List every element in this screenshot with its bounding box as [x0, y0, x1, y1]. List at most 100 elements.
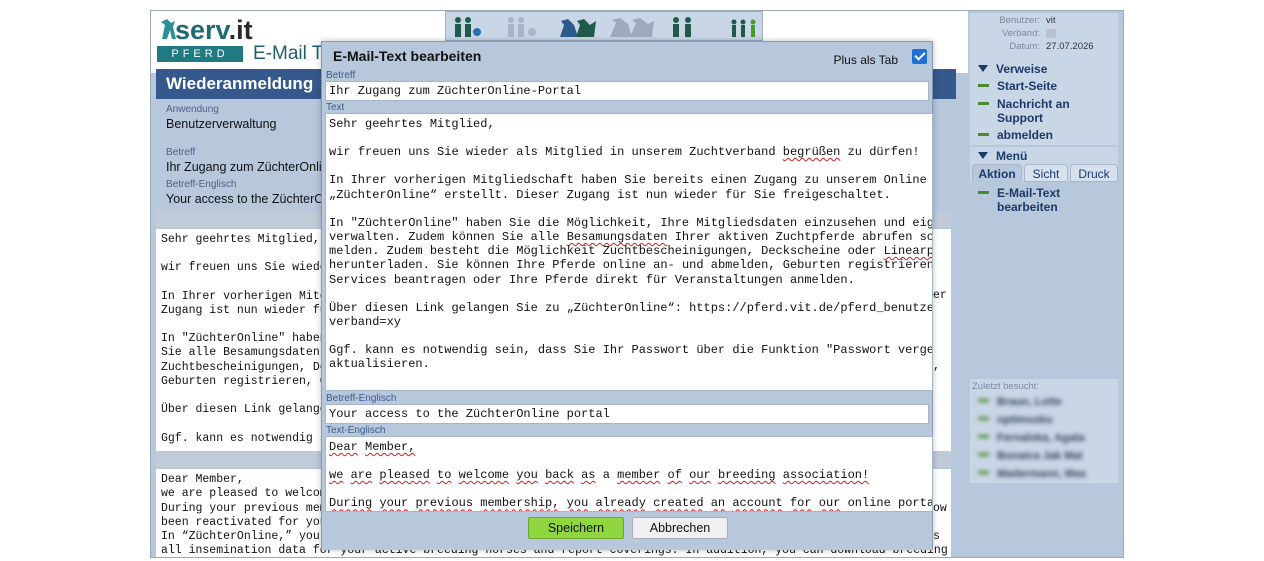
text-line: [329, 329, 929, 343]
bullet-icon: [978, 133, 989, 136]
menu-item-label: E-Mail-Text bearbeiten: [997, 186, 1061, 214]
bullet-icon: [978, 417, 989, 420]
link-label: abmelden: [997, 128, 1054, 142]
members-icon[interactable]: [728, 15, 760, 39]
menu-section: Menü Aktion Sicht Druck E-Mail-Text bear…: [970, 147, 1118, 377]
text-line: [329, 482, 929, 496]
recent-item-label: Bonaica Jak Mal: [997, 450, 1083, 462]
field-label-application: Anwendung: [166, 104, 219, 115]
link-start-page[interactable]: Start-Seite: [978, 79, 1057, 93]
menu-panel: E-Mail-Text bearbeiten: [970, 182, 1118, 377]
app-window: serv.it PFERD E-Mail Te Wiederanmeldung …: [150, 10, 1124, 558]
text-line: [329, 159, 929, 173]
recent-item-label: Madermann, Max: [997, 468, 1087, 480]
triangle-down-icon: [978, 152, 988, 159]
text-line: aktualisieren.: [329, 357, 430, 372]
field-label-subject-en: Betreff-Englisch: [166, 179, 237, 190]
recent-item[interactable]: optimusku: [978, 414, 1053, 426]
bullet-icon: [978, 102, 989, 105]
text-fragment: s: [933, 530, 940, 543]
links-title[interactable]: Verweise: [978, 62, 1047, 76]
text-fragment: er: [933, 289, 947, 302]
text-line: [329, 454, 929, 468]
recent-item[interactable]: Bonaica Jak Mal: [978, 450, 1083, 462]
people-globe-icon[interactable]: [506, 15, 538, 39]
text-fragment: ,: [933, 360, 940, 373]
bullet-icon: [978, 453, 989, 456]
tab-action[interactable]: Aktion: [972, 164, 1022, 182]
text-line: Über diesen Link gelangen Sie zu „Züchte…: [329, 300, 932, 315]
recent-item-label: optimusku: [997, 414, 1053, 426]
text-en-label: Text-Englisch: [326, 425, 386, 436]
text-line: Dear Member,: [329, 440, 416, 454]
recent-title: Zuletzt besucht:: [972, 381, 1040, 392]
dialog-button-bar: Speichern Abbrechen: [322, 512, 932, 550]
bullet-icon: [978, 399, 989, 402]
recent-section: Zuletzt besucht: Braun, Lotte optimusku …: [970, 379, 1118, 483]
menu-item-edit-email-text[interactable]: E-Mail-Text bearbeiten: [978, 186, 1098, 214]
subject-label: Betreff: [326, 70, 356, 81]
link-support-message[interactable]: Nachricht an Support: [978, 97, 1098, 125]
text-line: During your previous membership, you alr…: [329, 496, 932, 511]
tab-option-checkbox[interactable]: [912, 49, 927, 64]
bullet-icon: [978, 84, 989, 87]
text-line: In Ihrer vorherigen Mitgliedschaft haben…: [329, 173, 927, 188]
menu-title-text: Menü: [996, 149, 1028, 163]
tab-print[interactable]: Druck: [1070, 164, 1118, 182]
date-value: 27.07.2026: [1046, 41, 1094, 52]
field-value-application: Benutzerverwaltung: [166, 117, 277, 131]
text-line: verwalten. Zudem können Sie alle Besamun…: [329, 230, 933, 245]
subject-en-input[interactable]: Your access to the ZüchterOnline portal: [325, 404, 929, 424]
recent-item-label: Fernalska, Agata: [997, 432, 1085, 444]
user-info: Benutzer: vit Verband: Datum: 27.07.2026: [970, 13, 1118, 59]
triangle-down-icon: [978, 65, 988, 72]
horses-team-icon[interactable]: [558, 15, 600, 39]
horses-group-icon[interactable]: [608, 15, 656, 39]
recent-item[interactable]: Madermann, Max: [978, 468, 1086, 480]
text-line: [329, 202, 929, 216]
association-label: Verband:: [1001, 28, 1040, 39]
bullet-icon: [978, 191, 989, 194]
text-line: In "ZüchterOnline" haben Sie die Möglich…: [329, 215, 933, 230]
text-line: Ggf. kann es notwendig sein, dass Sie Ih…: [329, 343, 933, 358]
user-label: Benutzer:: [999, 15, 1040, 26]
edit-email-dialog: E-Mail-Text bearbeiten Plus als Tab Betr…: [321, 41, 933, 550]
horse-logo-icon: [161, 19, 176, 39]
pferd-badge: PFERD: [157, 46, 243, 62]
field-value-subject: Ihr Zugang zum ZüchterOnline: [166, 160, 336, 174]
menu-title[interactable]: Menü: [978, 149, 1027, 163]
bullet-icon: [978, 435, 989, 438]
logo-suffix: .it: [228, 15, 253, 45]
bullet-icon: [978, 471, 989, 474]
text-line: herunterladen. Sie können Ihre Pferde on…: [329, 258, 933, 273]
save-button[interactable]: Speichern: [528, 517, 624, 539]
text-line: [329, 287, 929, 301]
subject-input[interactable]: Ihr Zugang zum ZüchterOnline-Portal: [325, 81, 929, 101]
subject-en-label: Betreff-Englisch: [326, 393, 397, 404]
tab-option-label: Plus als Tab: [833, 53, 898, 67]
cancel-button[interactable]: Abbrechen: [632, 517, 728, 539]
text-textarea[interactable]: Sehr geehrtes Mitglied, wir freuen uns Si…: [325, 113, 933, 391]
recent-item[interactable]: Braun, Lotte: [978, 396, 1062, 408]
text-line: we are pleased to welcome you back as a …: [329, 468, 870, 483]
link-label: Nachricht an Support: [997, 97, 1070, 125]
recent-item[interactable]: Fernalska, Agata: [978, 432, 1085, 444]
text-line: „ZüchterOnline“ erstellt. Dieser Zugang …: [329, 187, 891, 202]
text-en-textarea[interactable]: Dear Member, we are pleased to welcome yo…: [325, 436, 933, 512]
links-section: Verweise Start-Seite Nachricht an Suppor…: [970, 59, 1118, 145]
text-line: Sehr geehrtes Mitglied,: [329, 117, 495, 131]
field-label-subject: Betreff: [166, 147, 196, 158]
association-value: [1046, 29, 1056, 38]
horse-family-icon[interactable]: [450, 15, 482, 39]
tab-view[interactable]: Sicht: [1024, 164, 1068, 182]
menu-tabs: Aktion Sicht Druck: [970, 164, 1120, 182]
date-label: Datum:: [1009, 41, 1040, 52]
field-value-subject-en: Your access to the ZüchterOnl: [166, 192, 334, 206]
recent-item-label: Braun, Lotte: [997, 396, 1062, 408]
link-logout[interactable]: abmelden: [978, 128, 1053, 142]
text-label: Text: [326, 102, 345, 113]
module-toolbar: [445, 11, 763, 41]
breeders-icon[interactable]: [668, 15, 700, 39]
text-line: verband=xy: [329, 315, 402, 330]
link-label: Start-Seite: [997, 79, 1058, 93]
